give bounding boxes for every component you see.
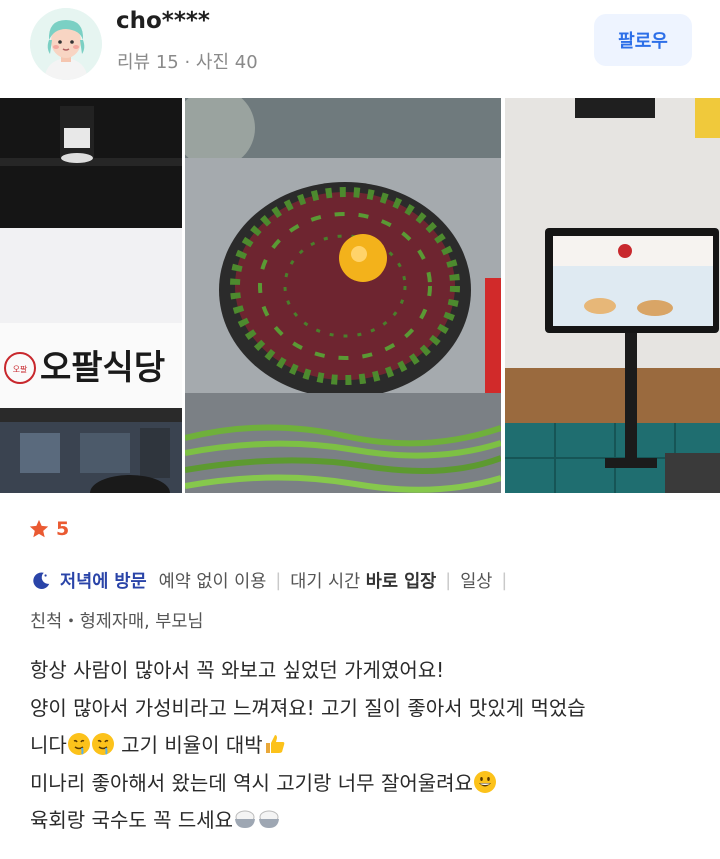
follow-button[interactable]: 팔로우 xyxy=(594,14,692,66)
rice-bowl-icon xyxy=(235,810,256,828)
review-header: cho**** 리뷰 15 · 사진 40 팔로우 xyxy=(0,0,720,98)
tag-reservation: 예약 없이 이용 xyxy=(158,572,267,592)
review-line: 양이 많아서 가성비라고 느껴져요! 고기 질이 좋아서 맛있게 먹었습 xyxy=(30,695,586,720)
review-line: 육회랑 국수도 꼭 드세요 xyxy=(30,802,700,840)
tag-wait-time: 대기 시간 바로 입장 xyxy=(290,572,437,592)
user-avatar[interactable] xyxy=(30,8,102,80)
photo-strip: 오팔 오팔식당 xyxy=(0,98,720,493)
sign-logo: 오팔 xyxy=(13,364,28,374)
photo-storefront[interactable]: 오팔 오팔식당 xyxy=(0,98,182,493)
drooling-face-icon xyxy=(67,733,90,755)
visit-time: 저녁에 방문 xyxy=(60,572,147,592)
review-line: 미나리 좋아해서 왔는데 역시 고기랑 너무 잘어울려요 xyxy=(30,765,700,803)
username[interactable]: cho**** xyxy=(116,8,210,34)
star-icon xyxy=(29,519,49,538)
grinning-face-icon xyxy=(473,770,496,793)
rice-bowl-icon xyxy=(259,810,280,828)
user-stats: 리뷰 15 · 사진 40 xyxy=(117,52,258,73)
thumbs-up-icon xyxy=(265,735,285,753)
rating-value: 5 xyxy=(56,518,70,540)
photo-yukhoe-dish[interactable] xyxy=(185,98,501,493)
companions: 친척・형제자매, 부모님 xyxy=(30,612,204,632)
rating: 5 xyxy=(28,518,69,540)
drooling-face-icon xyxy=(91,733,114,755)
tag-purpose: 일상 xyxy=(460,572,493,592)
storefront-sign-text: 오팔식당 xyxy=(40,348,165,388)
photo-kiosk[interactable] xyxy=(505,98,720,493)
review-line: 항상 사람이 많아서 꼭 와보고 싶었던 가게였어요! xyxy=(30,658,445,682)
review-text: 항상 사람이 많아서 꼭 와보고 싶었던 가게였어요! 양이 많아서 가성비라고… xyxy=(30,652,700,840)
visit-meta: 저녁에 방문 예약 없이 이용 | 대기 시간 바로 입장 | 일상 | xyxy=(30,568,516,593)
review-line: 니다 고기 비율이 대박 xyxy=(30,727,700,765)
moon-icon xyxy=(33,571,50,589)
